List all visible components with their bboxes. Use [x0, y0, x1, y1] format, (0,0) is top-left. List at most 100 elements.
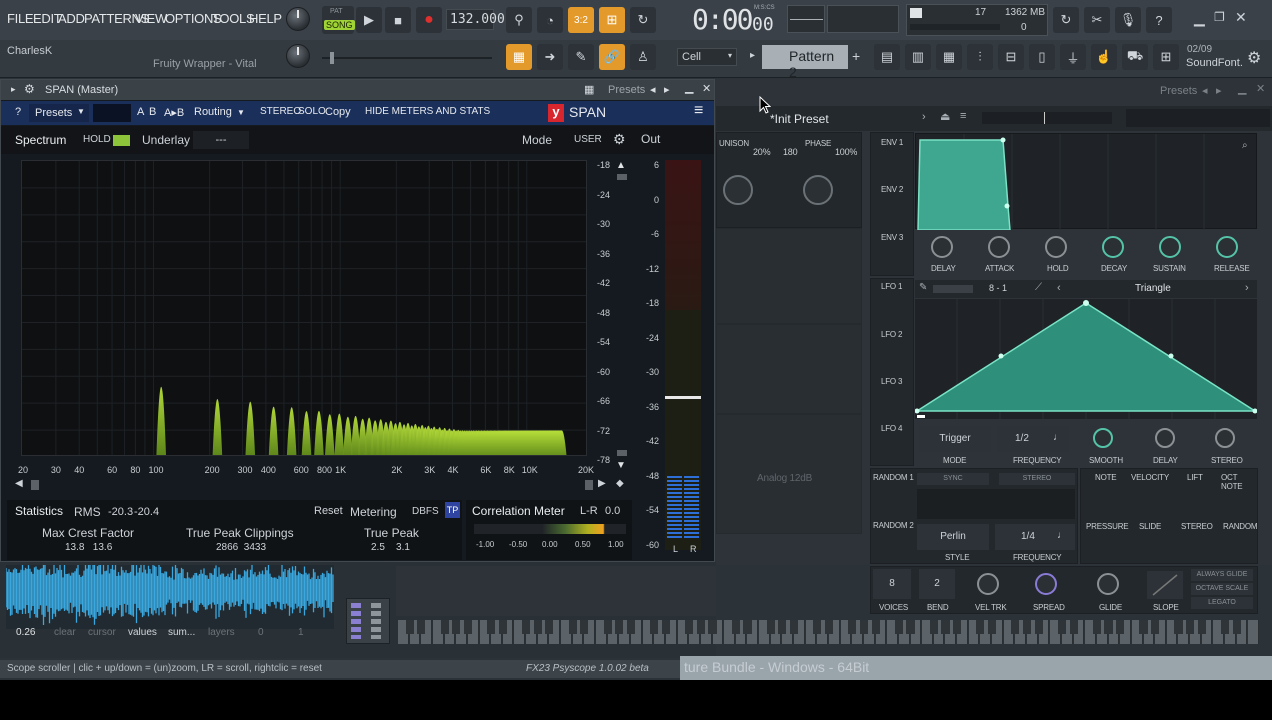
mod-random[interactable]: RANDOM	[1223, 522, 1258, 531]
scope-layers-button[interactable]: layers	[208, 627, 235, 638]
piano-black-key[interactable]	[1197, 620, 1206, 634]
range-top-handle[interactable]	[617, 174, 627, 180]
piano-black-key[interactable]	[533, 620, 542, 634]
menu-icon[interactable]: ≡	[960, 110, 966, 122]
piano-black-key[interactable]	[463, 620, 472, 634]
menu-help[interactable]: HELP	[249, 11, 282, 26]
span-close-icon[interactable]: ✕	[702, 82, 711, 95]
piano-black-key[interactable]	[626, 620, 636, 634]
scroll-left-icon[interactable]: ◀	[15, 478, 23, 489]
menu-file[interactable]: FILE	[7, 11, 34, 26]
piano-black-key[interactable]	[813, 620, 822, 634]
span-hide-meters-button[interactable]: HIDE METERS AND STATS	[365, 106, 490, 117]
piano-black-key[interactable]	[1069, 620, 1078, 634]
mixer-button[interactable]: ⫶	[967, 44, 993, 70]
piano-black-key[interactable]	[696, 620, 705, 634]
touch-button[interactable]: ☝	[1091, 44, 1117, 70]
lfo-edit-icon[interactable]: ✎	[919, 282, 927, 293]
random-stereo-button[interactable]: STEREO	[999, 473, 1075, 485]
stats-reset-button[interactable]: Reset	[314, 505, 343, 517]
lfo-shape-next-icon[interactable]: ›	[1245, 282, 1249, 294]
piano-black-key[interactable]	[452, 620, 461, 634]
unison-knob[interactable]	[723, 175, 753, 205]
project-button[interactable]: ▯	[1029, 44, 1055, 70]
env-sustain-knob[interactable]	[1159, 236, 1181, 258]
phase-value-2[interactable]: 100%	[835, 147, 857, 157]
piano-keyboard[interactable]	[398, 620, 1260, 644]
preset-next-icon[interactable]: ›	[922, 111, 926, 123]
snap-select[interactable]: Cell ▾	[677, 48, 737, 66]
env-delay-knob[interactable]	[931, 236, 953, 258]
play-button[interactable]: ▶	[356, 7, 382, 33]
lfo-tab-2[interactable]: LFO 2	[881, 330, 902, 339]
add-pattern-icon[interactable]: +	[852, 48, 860, 64]
piano-black-key[interactable]	[941, 620, 950, 634]
piano-black-key[interactable]	[417, 620, 426, 634]
slope-control[interactable]	[1147, 571, 1183, 599]
bend-value[interactable]: 2	[919, 569, 955, 599]
piano-black-key[interactable]	[1174, 620, 1183, 634]
span-help-button[interactable]: ?	[15, 106, 21, 118]
menu-view[interactable]: VIEW	[135, 11, 167, 26]
scope-values-button[interactable]: values	[128, 627, 157, 638]
vital-close-icon[interactable]: ✕	[1256, 82, 1265, 95]
random-tab-1[interactable]: RANDOM 1	[873, 473, 914, 482]
mod-pressure[interactable]: PRESSURE	[1086, 522, 1129, 531]
piano-black-key[interactable]	[440, 620, 449, 634]
env-hold-knob[interactable]	[1045, 236, 1067, 258]
piano-black-key[interactable]	[976, 620, 985, 634]
span-routing-dropdown[interactable]: Routing	[194, 106, 232, 118]
plugin-button[interactable]: ⏚	[1060, 44, 1086, 70]
piano-black-key[interactable]	[1011, 620, 1020, 634]
piano-roll-window-button[interactable]: ▥	[905, 44, 931, 70]
piano-black-key[interactable]	[498, 620, 507, 634]
time-display[interactable]: 0:00 M:S:CS 00	[690, 3, 780, 37]
piano-black-key[interactable]	[731, 620, 740, 634]
piano-black-key[interactable]	[1022, 620, 1032, 634]
lfo-curve-icon[interactable]: ⟋	[1035, 282, 1042, 293]
dbfs-button[interactable]: DBFS	[412, 506, 439, 517]
span-solo-button[interactable]: SOLO	[298, 106, 326, 117]
velocity-tracking-knob[interactable]	[977, 573, 999, 595]
scroll-reset-icon[interactable]: ◆	[616, 478, 624, 489]
span-b-button[interactable]: B	[149, 106, 156, 118]
lfo-sync-ratio[interactable]: 8 - 1	[989, 283, 1007, 293]
lr-label[interactable]: L-R	[580, 505, 598, 517]
range-bottom-handle[interactable]	[617, 450, 627, 456]
span-titlebar[interactable]: ▸ ⚙ SPAN (Master) ▦ Presets ◂ ▸ ▁ ✕	[1, 80, 714, 100]
hold-button[interactable]: HOLD	[83, 134, 111, 145]
scope-sidebar[interactable]	[346, 598, 390, 644]
scope-waveform[interactable]	[6, 565, 334, 629]
random-sync-button[interactable]: SYNC	[917, 473, 989, 485]
piano-black-key[interactable]	[661, 620, 670, 634]
span-next-preset-icon[interactable]: ▸	[664, 83, 670, 96]
tempo-display[interactable]: 132.000	[446, 9, 505, 30]
brush-button[interactable]: ✎	[568, 44, 594, 70]
countdown-button[interactable]: 3:2	[568, 7, 594, 33]
scroll-right-icon[interactable]: ▶	[598, 478, 606, 489]
mod-lift[interactable]: LIFT	[1187, 473, 1203, 482]
span-copy-button[interactable]: Copy	[325, 106, 351, 118]
env-tab-3[interactable]: ENV 3	[881, 233, 903, 242]
metronome-button[interactable]: ⚲	[506, 7, 532, 33]
piano-black-key[interactable]	[824, 620, 834, 634]
octave-scale-toggle[interactable]: OCTAVE SCALE	[1191, 583, 1253, 595]
span-presets-label[interactable]: Presets	[608, 84, 645, 96]
piano-black-key[interactable]	[708, 620, 717, 634]
refresh-button[interactable]: ↻	[1053, 7, 1079, 33]
save-icon[interactable]: ⏏	[940, 110, 950, 123]
env-tab-2[interactable]: ENV 2	[881, 185, 903, 194]
scope-clear-button[interactable]: clear	[54, 627, 76, 638]
piano-black-key[interactable]	[580, 620, 589, 634]
glide-knob[interactable]	[1097, 573, 1119, 595]
wait-input-button[interactable]: ◔	[537, 7, 563, 33]
piano-black-key[interactable]	[1104, 620, 1113, 634]
hold-indicator[interactable]	[113, 135, 130, 146]
minimize-icon[interactable]: ▁	[1194, 10, 1205, 27]
piano-black-key[interactable]	[953, 620, 962, 634]
legato-toggle[interactable]: LEGATO	[1191, 597, 1253, 609]
lfo-shape-prev-icon[interactable]: ‹	[1057, 282, 1061, 294]
piano-black-key[interactable]	[929, 620, 938, 634]
piano-black-key[interactable]	[1139, 620, 1148, 634]
master-volume-knob[interactable]	[286, 7, 310, 31]
